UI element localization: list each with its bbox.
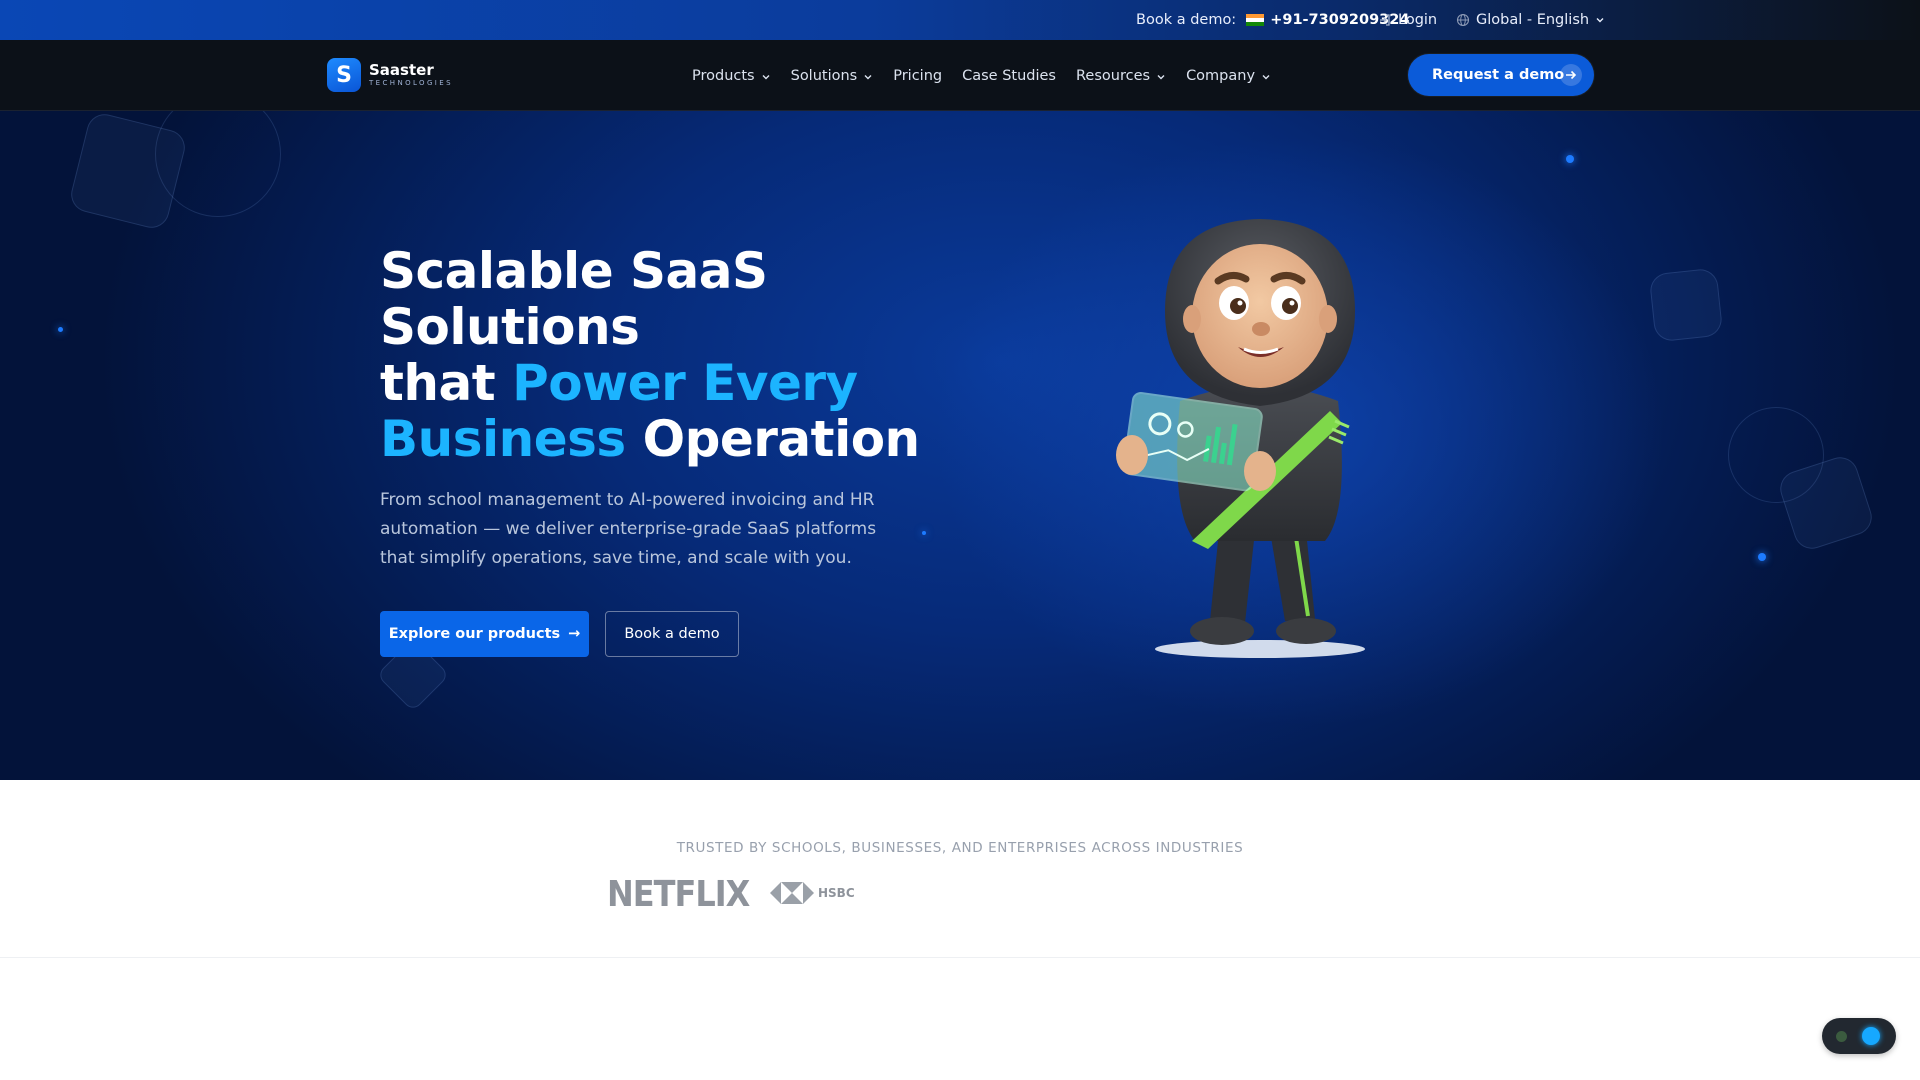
nav-case-studies-label: Case Studies	[962, 67, 1056, 84]
request-demo-button[interactable]: Request a demo	[1408, 54, 1594, 96]
top-bar: Book a demo: +91-7309209324 Login Global…	[0, 0, 1920, 40]
globe-icon	[1456, 13, 1470, 27]
chevron-down-icon	[1596, 18, 1604, 23]
hero-title-that: that	[380, 354, 496, 412]
decorative-dot	[922, 531, 926, 535]
hero-subtitle: From school management to AI-powered inv…	[380, 490, 877, 568]
logo-name: Saaster	[369, 61, 434, 79]
book-demo-label: Book a demo:	[1136, 12, 1237, 28]
nav-products[interactable]: Products	[692, 68, 771, 84]
main-navbar: S Saaster TECHNOLOGIES Products Solution…	[0, 40, 1920, 111]
language-selector[interactable]: Global - English	[1456, 0, 1605, 40]
decorative-dot	[1758, 553, 1766, 561]
explore-products-button[interactable]: Explore our products →	[380, 611, 589, 657]
decorative-square	[1648, 267, 1724, 343]
book-demo-button[interactable]: Book a demo	[605, 611, 739, 657]
book-demo-button-label: Book a demo	[624, 626, 720, 642]
nav-company-label: Company	[1186, 67, 1256, 84]
nav-case-studies[interactable]: Case Studies	[962, 68, 1056, 84]
decorative-dot	[1566, 155, 1574, 163]
hero-section: Scalable SaaS Solutions that Power Every…	[0, 111, 1920, 780]
hsbc-logo: HSBC	[770, 882, 855, 904]
book-demo-contact[interactable]: Book a demo: +91-7309209324	[1136, 0, 1409, 40]
netflix-logo: NETFLIX	[607, 873, 750, 915]
arrow-right-icon: →	[568, 626, 581, 642]
logo-mark-icon: S	[327, 58, 361, 92]
chevron-down-icon	[1262, 75, 1270, 80]
nav-solutions[interactable]: Solutions	[791, 68, 874, 84]
explore-products-label: Explore our products	[388, 626, 561, 642]
nav-resources-label: Resources	[1076, 67, 1151, 84]
mascot-illustration	[1116, 219, 1365, 658]
login-link[interactable]: Login	[1378, 0, 1437, 40]
language-label: Global - English	[1476, 12, 1590, 28]
theme-toggle[interactable]	[1822, 1018, 1896, 1054]
toggle-off-indicator	[1836, 1031, 1847, 1042]
site-logo[interactable]: S Saaster TECHNOLOGIES	[327, 57, 453, 93]
decorative-dot	[58, 327, 63, 332]
toggle-knob	[1862, 1027, 1880, 1045]
login-label: Login	[1398, 12, 1438, 28]
logo-wordmark: Saaster TECHNOLOGIES	[369, 63, 453, 87]
hero-title-line1: Scalable SaaS Solutions	[380, 242, 768, 356]
nav-resources[interactable]: Resources	[1076, 68, 1166, 84]
logo-subtitle: TECHNOLOGIES	[369, 79, 453, 87]
nav-pricing-label: Pricing	[893, 67, 943, 84]
chevron-down-icon	[1157, 75, 1165, 80]
arrow-right-icon	[1560, 64, 1582, 86]
request-demo-label: Request a demo	[1432, 67, 1565, 83]
chevron-down-icon	[762, 75, 770, 80]
hero-title: Scalable SaaS Solutions that Power Every…	[380, 243, 940, 467]
login-icon	[1380, 14, 1390, 26]
nav-solutions-label: Solutions	[790, 67, 858, 84]
nav-pricing[interactable]: Pricing	[893, 68, 942, 84]
nav-company[interactable]: Company	[1186, 68, 1271, 84]
trusted-by-label: TRUSTED BY SCHOOLS, BUSINESSES, AND ENTE…	[676, 840, 1244, 856]
decorative-circle	[155, 111, 281, 217]
hsbc-hexagon-icon	[770, 882, 814, 904]
hsbc-text: HSBC	[818, 886, 855, 900]
hero-title-end: Operation	[642, 410, 921, 468]
trusted-by-section: TRUSTED BY SCHOOLS, BUSINESSES, AND ENTE…	[0, 780, 1920, 958]
nav-products-label: Products	[692, 67, 755, 84]
nav-links: Products Solutions Pricing Case Studies …	[692, 40, 1271, 111]
india-flag-icon	[1246, 14, 1265, 26]
chevron-down-icon	[864, 75, 872, 80]
